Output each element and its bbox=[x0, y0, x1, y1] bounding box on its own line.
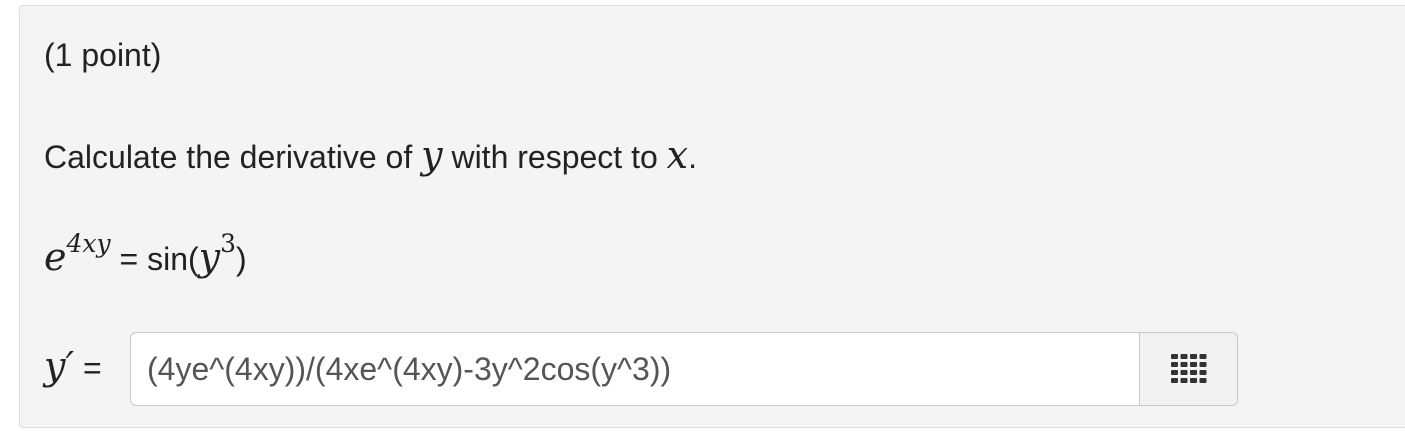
equation-editor-button[interactable] bbox=[1139, 333, 1237, 405]
problem-panel: (1 point) Calculate the derivative of y … bbox=[19, 5, 1405, 428]
equation-rhs-power: 3 bbox=[220, 229, 237, 259]
equation-base: e bbox=[44, 235, 67, 279]
equation-rhs-var: y bbox=[198, 235, 221, 279]
points-label: (1 point) bbox=[44, 37, 162, 73]
answer-input[interactable] bbox=[131, 333, 1137, 405]
question-text: Calculate the derivative of y with respe… bbox=[44, 136, 697, 176]
grid-keypad-icon bbox=[1170, 354, 1206, 383]
var-x: x bbox=[666, 133, 689, 177]
answer-input-group bbox=[130, 332, 1238, 406]
equation-equals: = bbox=[110, 241, 148, 277]
var-y: y bbox=[421, 133, 443, 177]
equation-rhs-suffix: ) bbox=[236, 241, 247, 277]
equation-exponent: 4xy bbox=[66, 229, 111, 259]
answer-label-equals: = bbox=[74, 350, 102, 386]
answer-label-var: y′ bbox=[44, 344, 75, 388]
answer-label: y′ = bbox=[44, 344, 102, 388]
question-prefix: Calculate the derivative of bbox=[44, 139, 422, 175]
question-suffix: . bbox=[688, 139, 697, 175]
equation-rhs-prefix: sin( bbox=[147, 241, 199, 277]
question-middle: with respect to bbox=[442, 139, 667, 175]
equation: e4xy = sin(y3) bbox=[44, 229, 247, 284]
